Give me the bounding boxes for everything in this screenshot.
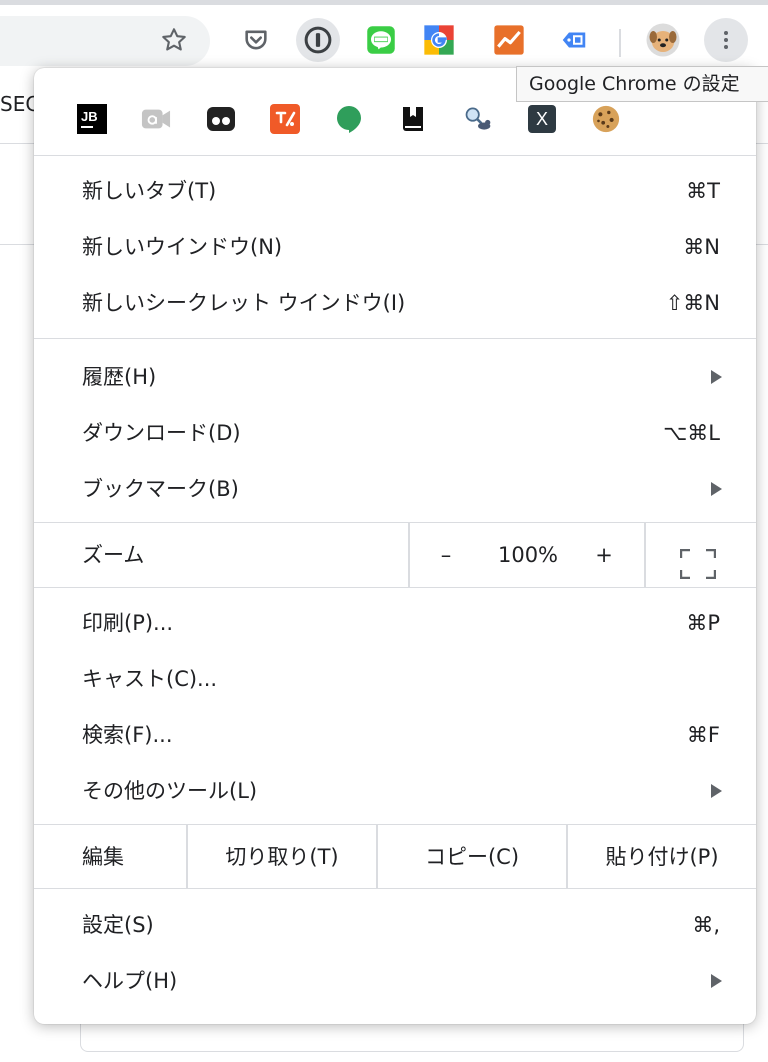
menu-item-new-incognito-window[interactable]: 新しいシークレット ウインドウ(I) ⇧⌘N	[34, 275, 756, 331]
menu-item-label: 検索(F)...	[82, 723, 173, 747]
profile-avatar[interactable]	[641, 18, 685, 62]
menu-divider	[34, 888, 756, 889]
edit-label: 編集	[82, 845, 124, 869]
paste-button[interactable]: 貼り付け(P)	[568, 825, 756, 889]
menu-item-label: ヘルプ(H)	[82, 969, 178, 993]
cut-button[interactable]: 切り取り(T)	[188, 825, 376, 889]
menu-item-cast[interactable]: キャスト(C)...	[34, 651, 756, 707]
shortcut-label: ⌘,	[692, 913, 720, 937]
zoom-in-button[interactable]: +	[582, 523, 626, 587]
menu-item-downloads[interactable]: ダウンロード(D) ⌥⌘L	[34, 405, 756, 461]
submenu-arrow-icon	[711, 370, 722, 384]
edit-row: 編集 切り取り(T) コピー(C) 貼り付け(P)	[34, 825, 756, 889]
1password-icon[interactable]	[296, 18, 340, 62]
menu-item-label: ダウンロード(D)	[82, 421, 241, 445]
alexa-icon[interactable]	[141, 104, 171, 134]
menu-item-label: 印刷(P)...	[82, 611, 174, 635]
menu-item-print[interactable]: 印刷(P)... ⌘P	[34, 595, 756, 651]
submenu-arrow-icon	[711, 784, 722, 798]
menu-item-new-window[interactable]: 新しいウインドウ(N) ⌘N	[34, 219, 756, 275]
zoom-level: 100%	[497, 543, 559, 567]
zoom-row: ズーム – 100% +	[34, 523, 756, 587]
x-icon[interactable]: X	[527, 104, 557, 134]
submenu-arrow-icon	[711, 974, 722, 988]
jetbrains-label: JB	[81, 109, 98, 124]
menu-item-history[interactable]: 履歴(H)	[34, 349, 756, 405]
analytics-icon[interactable]	[487, 18, 531, 62]
shortcut-label: ⇧⌘N	[665, 291, 720, 315]
star-icon[interactable]	[152, 18, 196, 62]
zoom-out-button[interactable]: –	[424, 523, 468, 587]
copy-button[interactable]: コピー(C)	[378, 825, 566, 889]
pocket-icon[interactable]	[234, 18, 278, 62]
chrome-main-menu: JB X 新しいタブ(T) ⌘T 新しいウインドウ(N) ⌘N 新しいシークレッ…	[34, 68, 756, 1024]
shortcut-label: ⌘T	[686, 179, 720, 203]
google-icon[interactable]	[417, 18, 461, 62]
menu-item-label: その他のツール(L)	[82, 779, 258, 803]
shortcut-label: ⌥⌘L	[663, 421, 720, 445]
x-icon-label: X	[536, 109, 548, 129]
menu-item-label: ブックマーク(B)	[82, 477, 239, 501]
zoom-divider	[408, 523, 410, 587]
menu-item-label: キャスト(C)...	[82, 667, 218, 691]
menu-divider	[34, 587, 756, 588]
toolbar-divider	[619, 29, 621, 57]
menu-item-bookmarks[interactable]: ブックマーク(B)	[34, 461, 756, 517]
fullscreen-icon[interactable]	[679, 540, 717, 580]
cookie-icon[interactable]	[591, 104, 621, 134]
more-vert-icon[interactable]	[704, 18, 748, 62]
bookmark-icon[interactable]	[399, 104, 429, 134]
search-dog-icon[interactable]	[463, 104, 493, 134]
menu-divider	[34, 155, 756, 156]
menu-item-label: 新しいシークレット ウインドウ(I)	[82, 291, 406, 315]
menu-item-more-tools[interactable]: その他のツール(L)	[34, 763, 756, 819]
t-translate-icon[interactable]	[270, 104, 300, 134]
browser-toolbar	[0, 0, 768, 66]
settings-tooltip: Google Chrome の設定	[516, 66, 768, 102]
submenu-arrow-icon	[711, 482, 722, 496]
menu-item-new-tab[interactable]: 新しいタブ(T) ⌘T	[34, 163, 756, 219]
zoom-label: ズーム	[82, 543, 145, 567]
menu-item-find[interactable]: 検索(F)... ⌘F	[34, 707, 756, 763]
menu-item-label: 新しいタブ(T)	[82, 179, 217, 203]
menu-item-settings[interactable]: 設定(S) ⌘,	[34, 897, 756, 953]
tabbed-icon[interactable]	[206, 104, 236, 134]
menu-item-label: 設定(S)	[82, 913, 154, 937]
shortcut-label: ⌘P	[686, 611, 720, 635]
shortcut-label: ⌘N	[683, 235, 720, 259]
menu-divider	[34, 338, 756, 339]
menu-item-label: 新しいウインドウ(N)	[82, 235, 283, 259]
jetbrains-icon[interactable]: JB	[77, 104, 107, 134]
line-icon[interactable]	[359, 18, 403, 62]
tag-icon[interactable]	[552, 18, 596, 62]
menu-item-label: 履歴(H)	[82, 365, 157, 389]
shortcut-label: ⌘F	[686, 723, 720, 747]
zoom-divider	[644, 523, 646, 587]
hangouts-icon[interactable]	[334, 104, 364, 134]
menu-item-help[interactable]: ヘルプ(H)	[34, 953, 756, 1009]
